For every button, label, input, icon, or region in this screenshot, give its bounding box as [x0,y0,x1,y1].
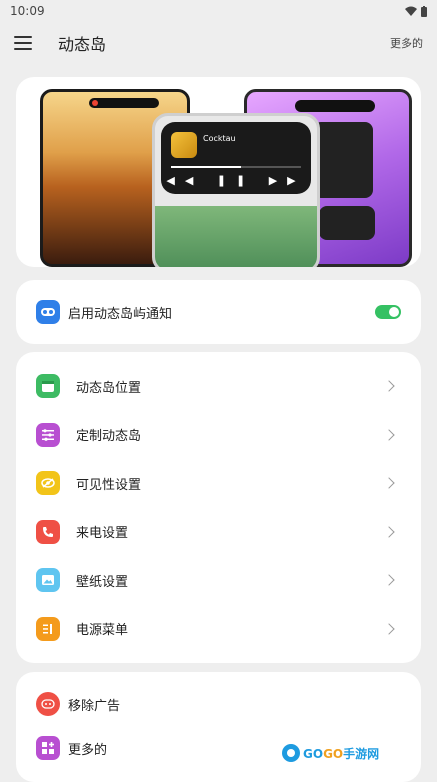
status-time: 10:09 [10,4,45,18]
menu-item-label: 电源菜单 [76,623,129,639]
menu-item-label: 动态岛位置 [76,380,142,396]
remove-ads-icon [36,692,60,716]
battery-icon [421,5,427,17]
banner-card: Cocktau ◀◀ ❚❚ ▶▶ [16,77,421,267]
remove-ads-button[interactable]: 移除广告 [16,682,421,726]
remove-ads-label: 移除广告 [68,698,121,714]
menu-item-island-position[interactable]: 动态岛位置 [16,362,421,411]
wifi-icon [405,6,417,16]
page-title: 动态岛 [58,35,107,54]
chevron-right-icon [383,380,395,392]
music-player-island: Cocktau ◀◀ ❚❚ ▶▶ [161,122,311,194]
watermark-logo: GOGO手游网 [282,744,379,762]
more-apps-label: 更多的 [68,742,108,758]
menu-item-visibility[interactable]: 可见性设置 [16,459,421,508]
chevron-right-icon [383,623,395,635]
menu-item-label: 壁纸设置 [76,574,129,590]
phone-icon [36,519,60,544]
power-menu-icon [36,616,60,641]
hamburger-menu-icon[interactable] [14,36,32,50]
menu-item-label: 定制动态岛 [76,429,142,445]
chevron-right-icon [383,477,395,489]
status-bar: 10:09 [0,0,437,22]
toggle-notification-icon [36,300,60,324]
menu-item-customize-island[interactable]: 定制动态岛 [16,411,421,460]
more-link[interactable]: 更多的 [390,35,423,51]
menu-item-call-settings[interactable]: 来电设置 [16,508,421,557]
menu-item-wallpaper[interactable]: 壁纸设置 [16,556,421,605]
menu-item-label: 可见性设置 [76,477,142,493]
watermark-icon [282,744,300,762]
menu-item-label: 来电设置 [76,526,129,542]
calendar-icon [36,374,60,399]
phone-mockup-center: Cocktau ◀◀ ❚❚ ▶▶ [152,113,320,267]
enable-island-switch[interactable] [375,305,401,319]
extras-card: 移除广告 更多的 [16,672,421,782]
song-title: Cocktau [203,134,236,143]
banner-image: Cocktau ◀◀ ❚❚ ▶▶ [40,89,413,267]
chevron-right-icon [383,429,395,441]
toggle-label: 启用动态岛屿通知 [68,306,173,322]
notification-toggle-card: 启用动态岛屿通知 [16,280,421,344]
menu-item-power-menu[interactable]: 电源菜单 [16,605,421,654]
grid-plus-icon [36,736,60,760]
player-controls: ◀◀ ❚❚ ▶▶ [166,174,306,187]
app-bar: 动态岛 更多的 [0,22,437,64]
image-icon [36,568,60,593]
settings-list-card: 动态岛位置 定制动态岛 可见性设置 来电设置 壁纸设置 电源菜单 [16,352,421,663]
chevron-right-icon [383,574,395,586]
eye-off-icon [36,471,60,496]
chevron-right-icon [383,526,395,538]
album-art [171,132,197,158]
sliders-icon [36,422,60,447]
